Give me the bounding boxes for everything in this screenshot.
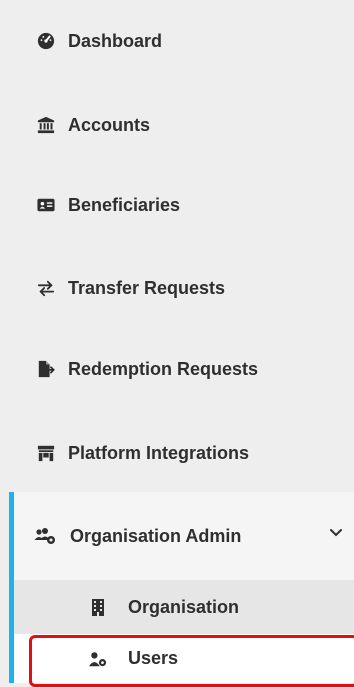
- nav-item-transfer-requests[interactable]: Transfer Requests: [0, 268, 354, 308]
- nav-group-children: Organisation Users: [14, 580, 354, 683]
- user-gear-icon: [88, 649, 108, 669]
- bank-icon: [36, 115, 56, 135]
- nav-item-dashboard[interactable]: Dashboard: [0, 21, 354, 61]
- nav-subitem-organisation[interactable]: Organisation: [14, 585, 354, 629]
- nav-item-label: Platform Integrations: [68, 442, 250, 463]
- store-icon: [36, 443, 56, 463]
- nav-item-platform-integrations[interactable]: Platform Integrations: [0, 433, 354, 473]
- nav-item-label: Redemption Requests: [68, 358, 259, 379]
- nav-item-beneficiaries[interactable]: Beneficiaries: [0, 185, 354, 225]
- nav-item-redemption-requests[interactable]: Redemption Requests: [0, 349, 354, 389]
- id-card-icon: [36, 195, 56, 215]
- nav-subitem-label: Users: [128, 648, 179, 668]
- chevron-down-icon[interactable]: [328, 525, 344, 541]
- dashboard-icon: [36, 31, 56, 51]
- users-gear-icon: [34, 525, 56, 547]
- nav-subitem-label: Organisation: [128, 596, 240, 617]
- nav-subitem-users[interactable]: Users: [14, 634, 354, 683]
- nav-group-organisation-admin: Organisation Admin Organisation Users: [9, 492, 354, 683]
- transfer-arrows-icon: [36, 278, 56, 298]
- nav-group-label: Organisation Admin: [70, 525, 242, 546]
- nav-item-label: Dashboard: [68, 30, 163, 51]
- nav-item-label: Beneficiaries: [68, 194, 181, 215]
- building-icon: [88, 597, 108, 617]
- sidebar-nav: Dashboard Accounts Beneficiaries Transfe…: [0, 0, 354, 687]
- nav-group-header[interactable]: Organisation Admin: [14, 492, 354, 580]
- file-export-icon: [36, 359, 56, 379]
- nav-item-label: Accounts: [68, 114, 151, 135]
- nav-item-label: Transfer Requests: [68, 277, 226, 298]
- nav-item-accounts[interactable]: Accounts: [0, 105, 354, 145]
